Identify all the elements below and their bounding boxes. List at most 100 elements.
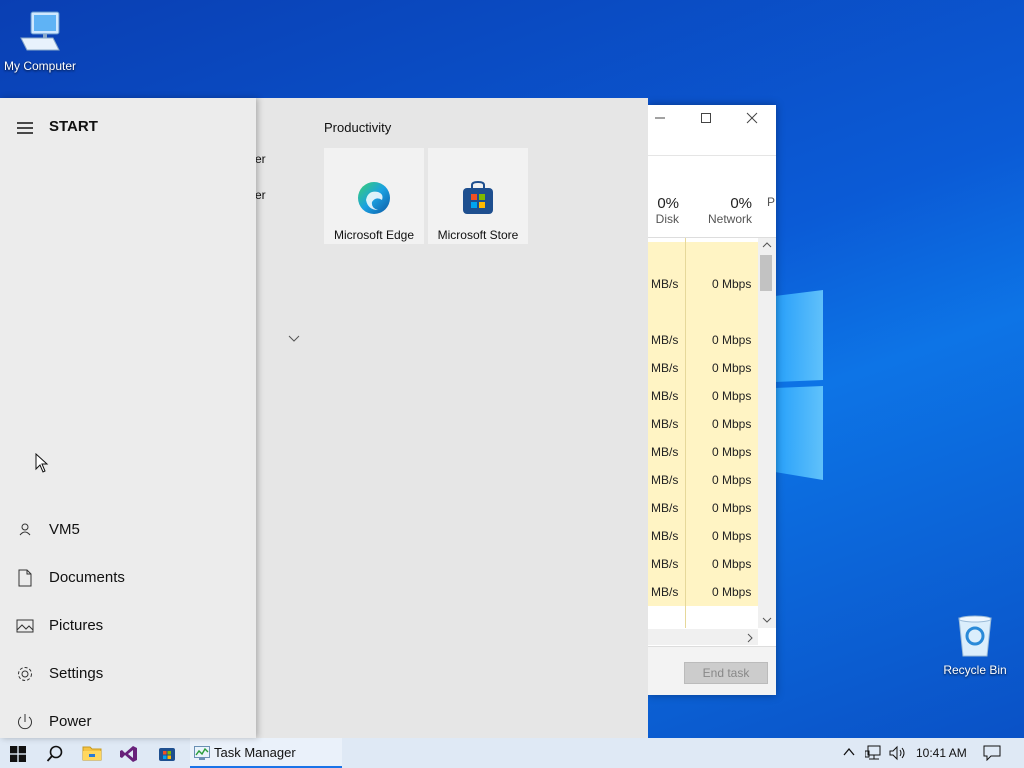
scroll-up-icon: [762, 242, 772, 248]
maximize-button[interactable]: [696, 111, 716, 129]
edge-icon: [358, 182, 390, 214]
column-header-disk[interactable]: 0% Disk: [648, 195, 679, 226]
computer-icon: [20, 11, 60, 51]
notifications-icon[interactable]: [983, 745, 1001, 761]
my-computer-desktop-icon[interactable]: My Computer: [0, 10, 80, 73]
scrollbar-thumb[interactable]: [760, 255, 772, 291]
column-header-power[interactable]: P: [767, 195, 776, 209]
table-row[interactable]: MB/s 0 Mbps: [648, 466, 758, 494]
start-menu-sidebar: START VM5 Documents Pictures Settings Po…: [0, 98, 256, 738]
tile-microsoft-edge[interactable]: Microsoft Edge: [324, 148, 424, 244]
table-row[interactable]: MB/s 0 Mbps: [648, 410, 758, 438]
sidebar-item-label: Power: [49, 713, 92, 730]
tile-group-title: Productivity: [324, 120, 392, 135]
app-list-item[interactable]: er: [255, 152, 266, 166]
minimize-icon: [655, 117, 665, 119]
horizontal-scrollbar[interactable]: [648, 629, 758, 645]
document-icon: [18, 569, 32, 587]
network-cell: 0 Mbps: [712, 473, 752, 487]
tile-label: Microsoft Edge: [333, 228, 415, 242]
search-icon[interactable]: [46, 745, 64, 763]
sidebar-item-label: Documents: [49, 569, 125, 586]
sidebar-item-settings[interactable]: Settings: [0, 652, 256, 696]
task-manager-titlebar[interactable]: [648, 105, 776, 135]
network-cell: 0 Mbps: [712, 333, 752, 347]
power-icon: [18, 714, 32, 730]
file-explorer-icon[interactable]: [82, 745, 102, 761]
recycle-bin-desktop-icon[interactable]: Recycle Bin: [935, 614, 1015, 677]
table-row[interactable]: MB/s 0 Mbps: [648, 326, 758, 354]
task-manager-icon: [194, 746, 210, 760]
sidebar-item-label: VM5: [49, 521, 80, 538]
volume-icon[interactable]: [889, 745, 907, 761]
network-cell: 0 Mbps: [712, 389, 752, 403]
sidebar-item-label: Pictures: [49, 617, 104, 634]
disk-cell: MB/s: [651, 445, 679, 459]
tile-label: Microsoft Store: [437, 228, 519, 242]
disk-cell: MB/s: [651, 417, 679, 431]
table-row[interactable]: MB/s 0 Mbps: [648, 550, 758, 578]
disk-cell: MB/s: [651, 585, 679, 599]
hamburger-menu-icon[interactable]: [17, 122, 33, 134]
recycle-bin-icon: [958, 615, 992, 657]
network-cell: 0 Mbps: [712, 445, 752, 459]
menu-bar: [648, 135, 776, 156]
taskbar-app-label: Task Manager: [214, 745, 296, 760]
network-cell: 0 Mbps: [712, 585, 752, 599]
network-cell: 0 Mbps: [712, 361, 752, 375]
disk-cell: MB/s: [651, 529, 679, 543]
table-row[interactable]: MB/s 0 Mbps: [648, 578, 758, 606]
task-manager-window: 0% Disk 0% Network P MB/s 0 Mbps MB/s 0 Mbp…: [648, 105, 776, 695]
store-icon: [463, 180, 493, 214]
disk-cell: MB/s: [651, 361, 679, 375]
vertical-scrollbar[interactable]: [758, 238, 776, 628]
table-row[interactable]: MB/s 0 Mbps: [648, 354, 758, 382]
end-task-button[interactable]: End task: [684, 662, 768, 684]
sidebar-item-documents[interactable]: Documents: [0, 556, 256, 600]
maximize-icon: [701, 113, 711, 123]
table-row[interactable]: MB/s 0 Mbps: [648, 494, 758, 522]
network-icon[interactable]: [865, 745, 883, 761]
pictures-icon: [16, 619, 34, 633]
windows-start-icon[interactable]: [10, 746, 26, 762]
column-divider: [685, 238, 686, 628]
visual-studio-icon[interactable]: [120, 745, 138, 763]
network-cell: 0 Mbps: [712, 529, 752, 543]
disk-cell: MB/s: [651, 277, 679, 291]
sidebar-item-power[interactable]: Power: [0, 700, 256, 744]
network-cell: 0 Mbps: [712, 277, 752, 291]
network-cell: 0 Mbps: [712, 557, 752, 571]
disk-cell: MB/s: [651, 389, 679, 403]
sidebar-item-user[interactable]: VM5: [0, 508, 256, 552]
sidebar-item-pictures[interactable]: Pictures: [0, 604, 256, 648]
table-row[interactable]: MB/s 0 Mbps: [648, 382, 758, 410]
disk-cell: MB/s: [651, 557, 679, 571]
table-row[interactable]: MB/s 0 Mbps: [648, 438, 758, 466]
disk-cell: MB/s: [651, 473, 679, 487]
table-row[interactable]: MB/s 0 Mbps: [648, 522, 758, 550]
mouse-cursor-icon: [35, 453, 49, 473]
minimize-button[interactable]: [650, 111, 670, 129]
windows-logo-wallpaper: [775, 290, 823, 480]
user-icon: [19, 523, 31, 536]
chevron-down-icon[interactable]: [288, 335, 300, 343]
disk-cell: MB/s: [651, 501, 679, 515]
column-header-network[interactable]: 0% Network: [688, 195, 752, 226]
app-list-item[interactable]: er: [255, 188, 266, 202]
table-row[interactable]: [648, 298, 758, 326]
start-title: START: [49, 118, 98, 135]
tile-microsoft-store[interactable]: Microsoft Store: [428, 148, 528, 244]
chevron-up-icon[interactable]: [843, 747, 855, 757]
gear-icon: [18, 667, 32, 681]
close-button[interactable]: [742, 111, 762, 129]
task-manager-footer: End task: [648, 646, 776, 695]
process-rows: MB/s 0 Mbps MB/s 0 Mbps MB/s 0 Mbps MB/s 0 Mbps…: [648, 238, 758, 628]
column-headers: 0% Disk 0% Network P: [648, 191, 776, 238]
clock[interactable]: 10:41 AM: [916, 746, 967, 760]
recycle-bin-label: Recycle Bin: [943, 663, 1007, 677]
table-row[interactable]: [648, 242, 758, 270]
store-taskbar-icon[interactable]: [158, 744, 176, 762]
table-row[interactable]: MB/s 0 Mbps: [648, 270, 758, 298]
sidebar-item-label: Settings: [49, 665, 104, 682]
scroll-down-icon: [762, 617, 772, 623]
